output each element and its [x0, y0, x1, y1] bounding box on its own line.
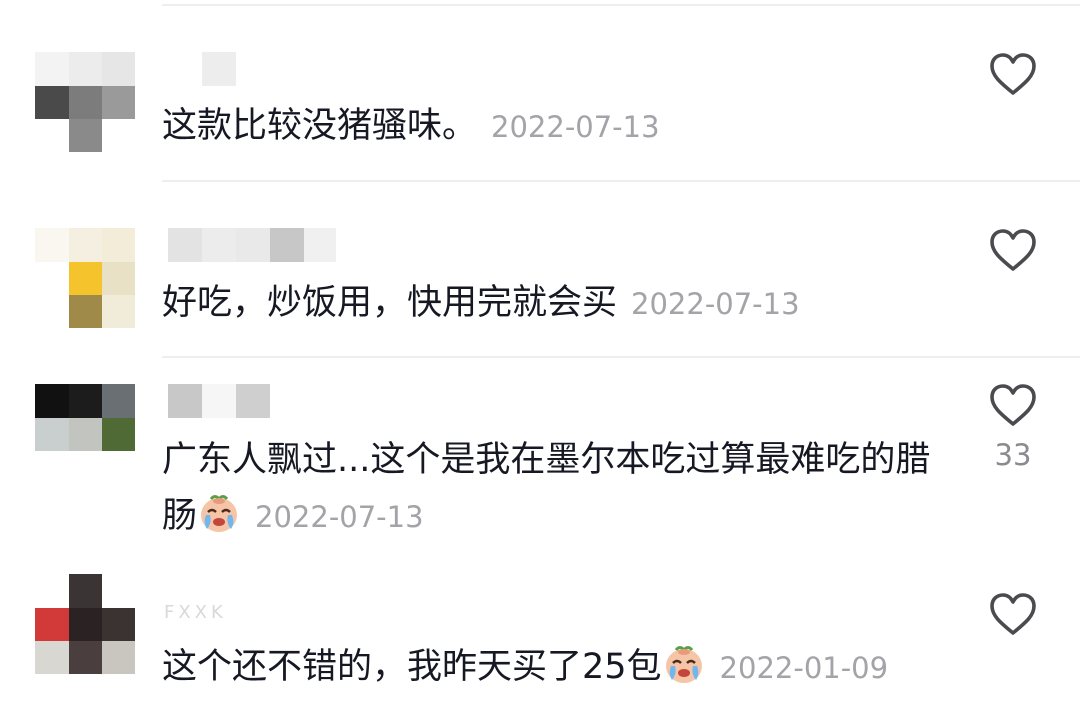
avatar[interactable] [35, 384, 135, 484]
avatar[interactable] [35, 228, 135, 328]
comment-body: 这款比较没猪骚味。 [162, 106, 478, 146]
comment-date: 2022-07-13 [255, 500, 424, 534]
username-faint[interactable]: FXXK [164, 602, 227, 623]
comment-text: 这款比较没猪骚味。 2022-07-13 [162, 102, 660, 151]
crying-face-emoji [201, 495, 238, 532]
comment-text: 广东人飘过...这个是我在墨尔本吃过算最难吃的腊肠 2022-07-13 [162, 432, 942, 545]
divider [162, 356, 1080, 358]
comment-body: 好吃，炒饭用，快用完就会买 [162, 283, 618, 323]
like-count: 33 [994, 438, 1032, 472]
comment-text: 这个还不错的，我昨天买了25包 2022-01-09 [162, 642, 888, 692]
heart-outline-icon[interactable] [989, 383, 1037, 427]
comment-body: 这个还不错的，我昨天买了25包 [162, 647, 662, 687]
comment-text: 好吃，炒饭用，快用完就会买 2022-07-13 [162, 279, 800, 328]
heart-outline-icon[interactable] [989, 52, 1037, 96]
comment-date: 2022-07-13 [491, 110, 660, 144]
heart-outline-icon[interactable] [989, 592, 1037, 636]
avatar[interactable] [35, 574, 135, 674]
comment-date: 2022-01-09 [719, 651, 889, 685]
crying-face-emoji [665, 646, 702, 683]
divider [162, 4, 1080, 6]
divider [162, 180, 1080, 182]
heart-outline-icon[interactable] [989, 228, 1037, 272]
avatar[interactable] [35, 52, 135, 152]
comment-date: 2022-07-13 [631, 287, 800, 321]
